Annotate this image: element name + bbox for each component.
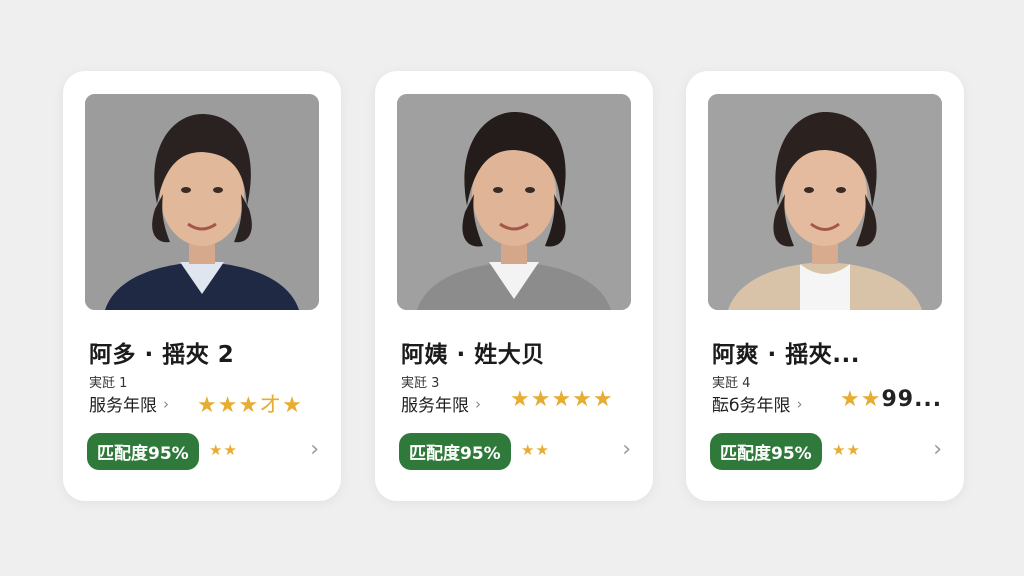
star-icons: ★★ [840, 387, 882, 412]
chevron-right-icon[interactable]: › [622, 437, 631, 462]
chevron-right-icon: › [796, 394, 803, 413]
match-badge: 匹配度95% [399, 433, 511, 470]
service-years-link[interactable]: 酝б务年限 › [712, 391, 803, 417]
experience-label: 実瓩 1 [89, 376, 128, 391]
caregiver-card[interactable]: 阿姨 · 姓大贝 実瓩 3 服务年限 › ★★★★★ 匹配度95% ★★ › [375, 71, 653, 501]
caregiver-photo [708, 94, 942, 310]
match-badge: 匹配度95% [710, 433, 822, 470]
service-years-link[interactable]: 服务年限 › [89, 391, 169, 417]
chevron-right-icon: › [163, 394, 169, 413]
service-years-link[interactable]: 服务年限 › [401, 391, 481, 417]
chevron-right-icon[interactable]: › [933, 437, 942, 462]
chevron-right-icon[interactable]: › [310, 437, 319, 462]
caregiver-card[interactable]: 阿爽 · 揺夾... 実瓩 4 酝б务年限 › ★★99... 匹配度95% ★… [686, 71, 964, 501]
service-years-label: 服务年限 [401, 396, 469, 416]
caregiver-name: 阿爽 · 揺夾... [712, 342, 860, 368]
caregiver-name: 阿多 · 揺夾 2 [89, 342, 235, 368]
small-star-icons: ★★ [209, 441, 238, 459]
service-years-label: 酝б务年限 [712, 396, 791, 416]
caregiver-card[interactable]: 阿多 · 揺夾 2 実瓩 1 服务年限 › ★★★オ★ 匹配度95% ★★ › [63, 71, 341, 501]
experience-label: 実瓩 4 [712, 376, 751, 391]
rating-stars: ★★★★★ [510, 387, 614, 412]
rating-stars: ★★99... [840, 387, 942, 412]
small-star-icons: ★★ [832, 441, 861, 459]
caregiver-photo [85, 94, 319, 310]
small-star-icons: ★★ [521, 441, 550, 459]
service-years-label: 服务年限 [89, 396, 157, 416]
star-icons: ★★★ [197, 393, 260, 418]
match-badge: 匹配度95% [87, 433, 199, 470]
rating-stars: ★★★オ★ [197, 387, 303, 419]
caregiver-photo [397, 94, 631, 310]
rating-tail: 99... [881, 387, 943, 412]
star-icons: ★★★★★ [510, 387, 614, 412]
rating-tail: オ★ [259, 393, 303, 418]
caregiver-name: 阿姨 · 姓大贝 [401, 342, 545, 368]
chevron-right-icon: › [475, 394, 481, 413]
experience-label: 実瓩 3 [401, 376, 440, 391]
